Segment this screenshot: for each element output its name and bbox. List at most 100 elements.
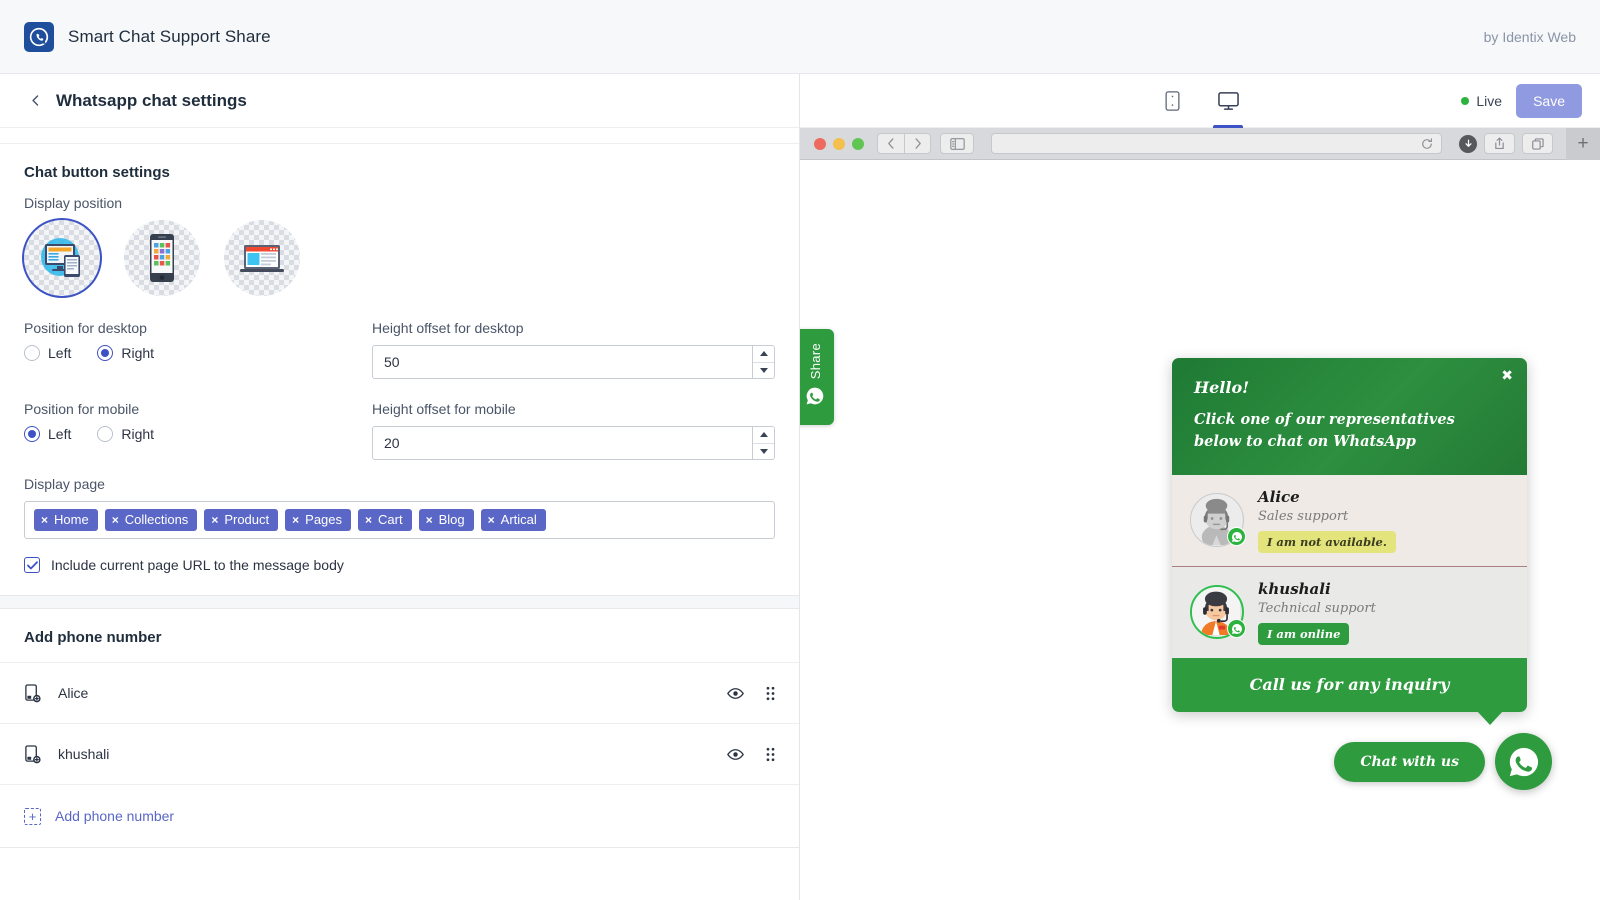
eye-icon[interactable] [727, 748, 744, 761]
close-icon[interactable]: ✖ [1501, 368, 1513, 382]
live-status-dot [1461, 97, 1469, 105]
settings-scroll-area[interactable]: Chat button settings Display position [0, 128, 799, 900]
tag-blog-label: Blog [439, 512, 465, 527]
height-mobile-increment[interactable] [753, 427, 774, 444]
tag-artical-remove-icon[interactable]: × [488, 514, 495, 526]
live-status-label: Live [1476, 93, 1502, 109]
phone-row-name: Alice [58, 685, 727, 701]
widget-footer[interactable]: Call us for any inquiry [1172, 658, 1527, 712]
height-desktop-decrement[interactable] [753, 363, 774, 379]
reload-icon[interactable] [1421, 138, 1433, 150]
position-desktop-label: Position for desktop [24, 320, 348, 336]
display-page-tag-input[interactable]: × Home × Collections × Product × Pages [24, 501, 775, 539]
download-icon[interactable] [1459, 135, 1477, 153]
widget-header: ✖ Hello! Click one of our representative… [1172, 358, 1527, 475]
tag-cart-remove-icon[interactable]: × [365, 514, 372, 526]
tag-product-label: Product [224, 512, 269, 527]
add-phone-number-button[interactable]: + Add phone number [0, 785, 799, 847]
save-button[interactable]: Save [1516, 84, 1582, 118]
widget-subtitle: Click one of our representatives below t… [1194, 409, 1505, 453]
address-bar[interactable] [991, 133, 1442, 154]
avatar [1190, 493, 1244, 547]
tag-collections-remove-icon[interactable]: × [112, 514, 119, 526]
radio-mobile-left[interactable] [24, 426, 40, 442]
share-icon[interactable] [1484, 133, 1515, 154]
browser-forward-button[interactable] [904, 133, 931, 154]
radio-desktop-right[interactable] [97, 345, 113, 361]
zoom-window-button[interactable] [852, 138, 864, 150]
browser-chrome-bar: + [800, 128, 1600, 160]
back-button[interactable] [24, 90, 46, 112]
tag-home-label: Home [54, 512, 89, 527]
height-desktop-label: Height offset for desktop [372, 320, 775, 336]
mobile-add-icon [24, 745, 46, 764]
height-desktop-field[interactable] [372, 345, 775, 379]
drag-handle-icon[interactable] [766, 686, 775, 701]
eye-icon[interactable] [727, 687, 744, 700]
add-phone-number-label: Add phone number [55, 808, 174, 824]
position-thumb-desktop-tablet[interactable] [24, 220, 100, 296]
list-item[interactable]: Alice Sales support I am not available. [1172, 475, 1527, 567]
radio-desktop-left-label: Left [48, 345, 71, 361]
position-thumb-laptop[interactable] [224, 220, 300, 296]
new-tab-button[interactable]: + [1566, 128, 1600, 160]
plus-dashed-icon: + [24, 808, 41, 825]
share-side-tab[interactable]: Share [800, 329, 834, 425]
tag-blog[interactable]: × Blog [419, 509, 474, 531]
table-row[interactable]: Alice [0, 663, 799, 724]
radio-desktop-left[interactable] [24, 345, 40, 361]
close-window-button[interactable] [814, 138, 826, 150]
height-desktop-increment[interactable] [753, 346, 774, 363]
tag-pages-label: Pages [305, 512, 342, 527]
browser-back-button[interactable] [877, 133, 904, 154]
tag-home[interactable]: × Home [34, 509, 98, 531]
tab-desktop-preview[interactable] [1210, 74, 1246, 128]
include-url-row[interactable]: Include current page URL to the message … [24, 557, 775, 573]
include-url-checkbox[interactable] [24, 557, 40, 573]
desktop-position-row: Position for desktop Left Right Height o… [24, 320, 775, 379]
phone-row-actions [727, 686, 775, 701]
tag-home-remove-icon[interactable]: × [41, 514, 48, 526]
tag-pages[interactable]: × Pages [285, 509, 351, 531]
display-position-options [24, 220, 775, 296]
tab-mobile-preview[interactable] [1154, 74, 1190, 128]
chrome-right-actions: + [1459, 128, 1600, 160]
avatar [1190, 585, 1244, 639]
tag-cart[interactable]: × Cart [358, 509, 412, 531]
radio-mobile-right[interactable] [97, 426, 113, 442]
sidebar-toggle-icon[interactable] [940, 133, 974, 154]
height-mobile-decrement[interactable] [753, 444, 774, 460]
tag-artical[interactable]: × Artical [481, 509, 546, 531]
position-thumb-mobile[interactable] [124, 220, 200, 296]
tab-overview-icon[interactable] [1522, 133, 1553, 154]
main-split: Whatsapp chat settings Chat button setti… [0, 74, 1600, 900]
preview-toolbar: Live Save [800, 74, 1600, 128]
page-header: Whatsapp chat settings [0, 74, 799, 128]
tag-product-remove-icon[interactable]: × [211, 514, 218, 526]
preview-canvas: Share ✖ Hello! Click one of our represen… [800, 160, 1600, 848]
floating-chat-controls: Chat with us [1334, 733, 1552, 790]
drag-handle-icon[interactable] [766, 747, 775, 762]
window-traffic-lights [814, 138, 864, 150]
height-mobile-stepper [752, 427, 774, 459]
nav-button-group [877, 133, 931, 154]
settings-pane: Whatsapp chat settings Chat button setti… [0, 74, 800, 900]
minimize-window-button[interactable] [833, 138, 845, 150]
device-tab-group [1154, 74, 1246, 128]
tag-pages-remove-icon[interactable]: × [292, 514, 299, 526]
tag-blog-remove-icon[interactable]: × [426, 514, 433, 526]
list-item[interactable]: khushali Technical support I am online [1172, 567, 1527, 658]
tag-product[interactable]: × Product [204, 509, 278, 531]
whatsapp-fab-button[interactable] [1495, 733, 1552, 790]
widget-footer-label: Call us for any inquiry [1250, 675, 1450, 694]
table-row[interactable]: khushali [0, 724, 799, 785]
radio-desktop-right-label: Right [121, 345, 154, 361]
tag-collections[interactable]: × Collections [105, 509, 198, 531]
height-desktop-input[interactable] [373, 346, 752, 378]
app-logo-icon [24, 22, 54, 52]
radio-mobile-left-label: Left [48, 426, 71, 442]
chat-with-us-button[interactable]: Chat with us [1334, 742, 1485, 782]
app-vendor-label: by Identix Web [1484, 29, 1576, 45]
height-mobile-field[interactable] [372, 426, 775, 460]
height-mobile-input[interactable] [373, 427, 752, 459]
